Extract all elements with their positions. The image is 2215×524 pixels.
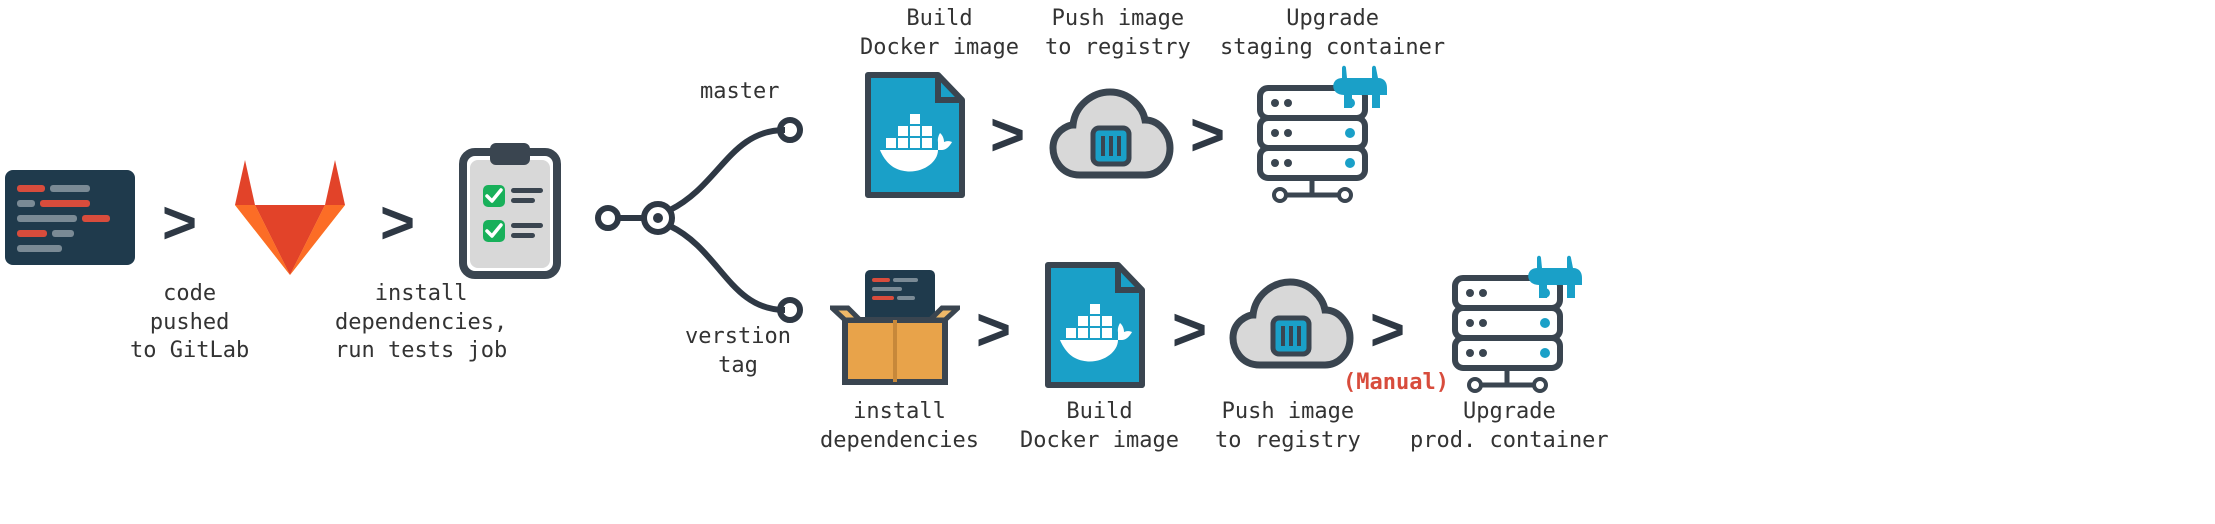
cloud-registry-icon [1225, 270, 1355, 380]
server-rancher-icon [1445, 250, 1595, 400]
code-icon [5, 170, 135, 265]
server-rancher-icon [1250, 60, 1400, 210]
cloud-registry-icon [1045, 80, 1175, 190]
label-master-build: BuildDocker image [860, 5, 1019, 62]
label-tag-push: Push imageto registry [1215, 398, 1361, 455]
clipboard-icon [455, 140, 565, 280]
branch-split-icon [590, 85, 810, 345]
chevron-icon: > [1370, 295, 1397, 364]
docker-file-icon [1040, 260, 1150, 390]
label-tag-upgrade: Upgradeprod. container [1410, 398, 1609, 455]
label-install-deps-tests: installdependencies,run tests job [335, 280, 507, 366]
label-manual: (Manual) [1343, 370, 1449, 395]
chevron-icon: > [990, 100, 1017, 169]
chevron-icon: > [1172, 295, 1199, 364]
box-package-icon [830, 260, 960, 390]
label-code-pushed: codepushedto GitLab [130, 280, 249, 366]
label-master-push: Push imageto registry [1045, 5, 1191, 62]
chevron-icon: > [1190, 100, 1217, 169]
label-tag-install: installdependencies [820, 398, 979, 455]
gitlab-icon [225, 155, 355, 280]
chevron-icon: > [162, 188, 189, 257]
chevron-icon: > [380, 188, 407, 257]
label-branch-tag: verstiontag [685, 323, 791, 380]
label-master-upgrade: Upgradestaging container [1220, 5, 1445, 62]
chevron-icon: > [976, 295, 1003, 364]
label-branch-master: master [700, 78, 779, 107]
label-tag-build: BuildDocker image [1020, 398, 1179, 455]
docker-file-icon [860, 70, 970, 200]
